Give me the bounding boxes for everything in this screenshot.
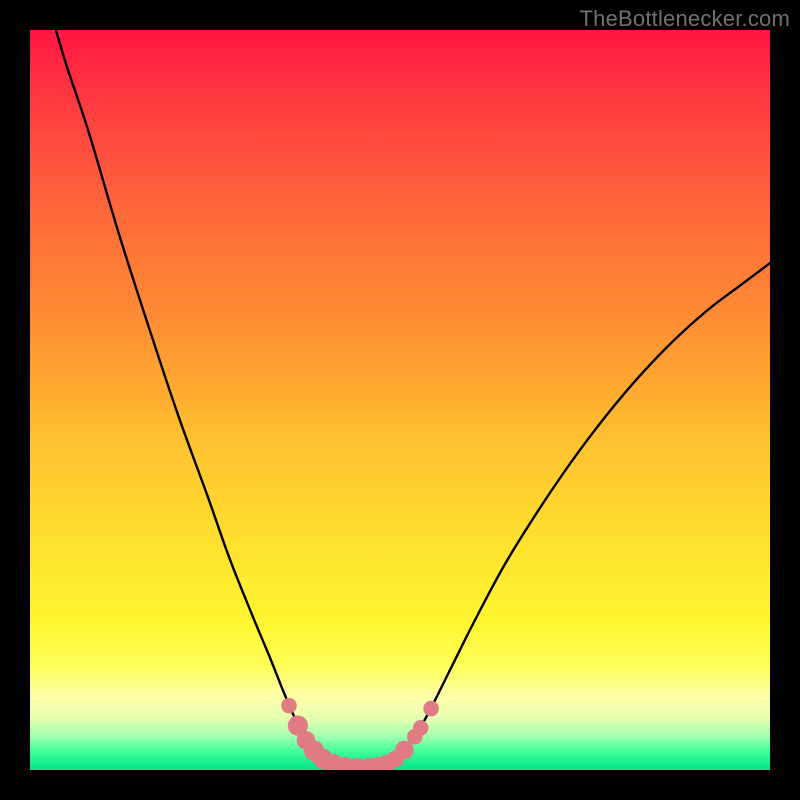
data-marker [413, 720, 429, 736]
data-marker [423, 701, 439, 717]
data-marker [395, 741, 414, 760]
data-marker [281, 698, 297, 714]
watermark-text: TheBottlenecker.com [580, 6, 790, 32]
frame: TheBottlenecker.com [0, 0, 800, 800]
gradient-background [30, 30, 770, 770]
plot-area [30, 30, 770, 770]
bottleneck-chart [30, 30, 770, 770]
